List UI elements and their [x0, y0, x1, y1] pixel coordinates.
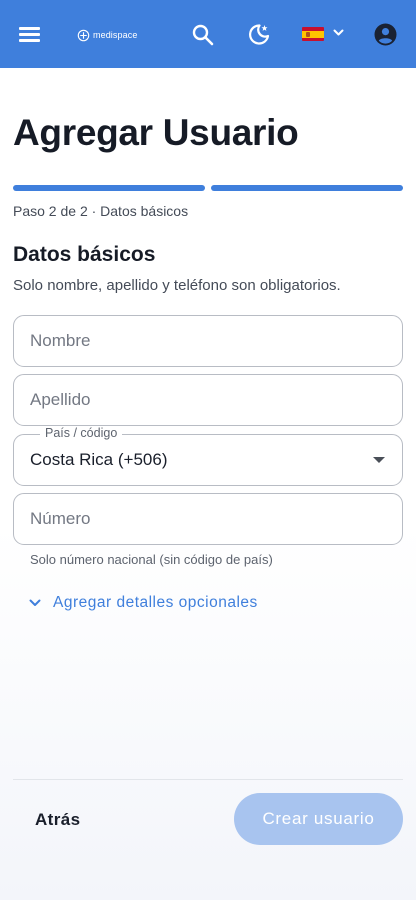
last-name-placeholder: Apellido: [30, 390, 91, 409]
medispace-logo-icon: [77, 29, 90, 41]
optional-details-toggle[interactable]: Agregar detalles opcionales: [29, 594, 258, 612]
progress-step-1: [13, 185, 205, 191]
chevron-down-icon: [29, 599, 41, 606]
flag-es-icon[interactable]: [302, 27, 324, 41]
country-code-label: País / código: [40, 426, 123, 440]
phone-number-hint: Solo número nacional (sin código de país…: [30, 552, 273, 567]
back-button[interactable]: Atrás: [35, 810, 80, 830]
app-bar: medispace: [0, 0, 416, 68]
chevron-down-icon[interactable]: [333, 29, 344, 37]
app-logo[interactable]: medispace: [77, 27, 137, 43]
phone-number-field[interactable]: Número: [13, 493, 403, 545]
country-code-select[interactable]: País / código Costa Rica (+506): [13, 426, 403, 486]
logo-text: medispace: [93, 30, 138, 40]
country-code-value: Costa Rica (+506): [30, 450, 168, 469]
first-name-field[interactable]: Nombre: [13, 315, 403, 367]
create-user-button[interactable]: Crear usuario: [234, 793, 403, 845]
step-indicator: Paso 2 de 2 · Datos básicos: [13, 203, 189, 219]
last-name-field[interactable]: Apellido: [13, 374, 403, 426]
menu-icon[interactable]: [19, 24, 41, 44]
dropdown-arrow-icon[interactable]: [373, 457, 385, 463]
main-content: Agregar Usuario Paso 2 de 2 · Datos bási…: [0, 68, 416, 900]
theme-toggle-icon[interactable]: [247, 22, 271, 46]
progress-step-2: [211, 185, 403, 191]
first-name-placeholder: Nombre: [30, 331, 91, 350]
footer-divider: [13, 779, 403, 780]
page-title: Agregar Usuario: [13, 112, 299, 153]
account-icon[interactable]: [374, 23, 397, 46]
phone-number-placeholder: Número: [30, 509, 91, 528]
section-title: Datos básicos: [13, 243, 156, 266]
section-subtitle: Solo nombre, apellido y teléfono son obl…: [13, 277, 341, 294]
optional-details-label: Agregar detalles opcionales: [53, 594, 258, 611]
search-icon[interactable]: [192, 24, 214, 46]
